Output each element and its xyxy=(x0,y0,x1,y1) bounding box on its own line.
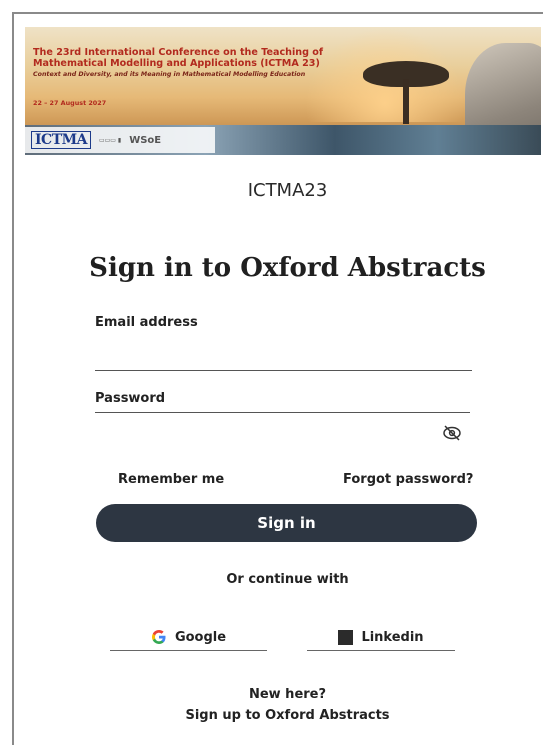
banner-logos: ICTMA ▭▭▭ ▮ WSoE xyxy=(25,127,215,153)
password-field[interactable] xyxy=(95,386,470,413)
signup-link[interactable]: Sign up to Oxford Abstracts xyxy=(0,708,545,723)
show-password-toggle[interactable] xyxy=(441,424,463,442)
google-signin-button[interactable]: Google xyxy=(110,624,267,651)
ictma-logo: ICTMA xyxy=(31,131,91,149)
university-logo: ▭▭▭ ▮ xyxy=(98,136,122,144)
banner-tree-trunk xyxy=(403,79,409,124)
conference-banner: The 23rd International Conference on the… xyxy=(25,27,541,155)
sign-in-button[interactable]: Sign in xyxy=(96,504,477,542)
google-label: Google xyxy=(174,629,227,645)
wsoe-logo: WSoE xyxy=(129,134,162,146)
banner-title: The 23rd International Conference on the… xyxy=(33,47,324,69)
page-title: Sign in to Oxford Abstracts xyxy=(89,253,486,283)
forgot-password-link[interactable]: Forgot password? xyxy=(343,472,473,487)
linkedin-label: Linkedin xyxy=(361,629,424,645)
conference-name: ICTMA23 xyxy=(247,180,328,201)
email-label: Email address xyxy=(95,315,198,330)
email-field[interactable] xyxy=(95,344,472,371)
banner-dates: 22 – 27 August 2027 xyxy=(33,99,107,107)
eye-off-icon xyxy=(443,425,461,441)
remember-me-toggle[interactable]: Remember me xyxy=(118,472,224,487)
banner-subtitle: Context and Diversity, and its Meaning i… xyxy=(33,71,306,78)
linkedin-icon xyxy=(338,629,354,645)
or-continue-with-label: Or continue with xyxy=(226,572,349,587)
google-icon xyxy=(151,630,166,644)
linkedin-signin-button[interactable]: Linkedin xyxy=(307,624,455,651)
new-here-text: New here? xyxy=(248,687,327,702)
